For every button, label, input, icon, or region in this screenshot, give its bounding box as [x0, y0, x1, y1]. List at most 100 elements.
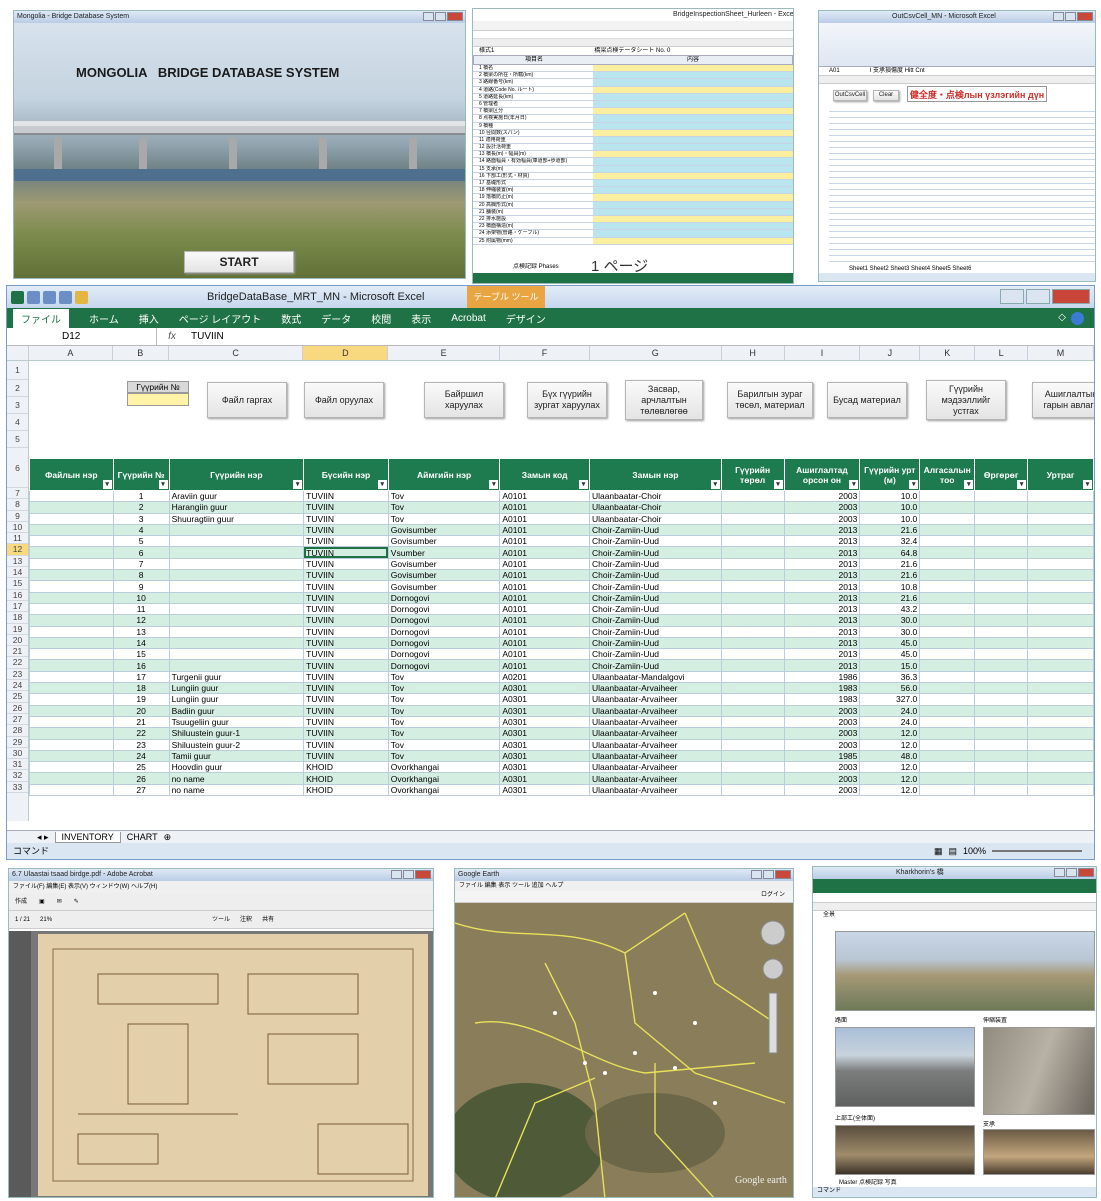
page-number[interactable]: 1 / 21 [15, 916, 30, 924]
table-cell[interactable]: TUVIIN [303, 727, 389, 740]
table-cell[interactable]: Dornogovi [387, 625, 501, 638]
acrobat-minimize-icon[interactable] [391, 870, 402, 879]
table-cell[interactable]: Choir-Zamiin-Uud [588, 636, 722, 650]
acrobat-comment-button[interactable]: 注釈 [240, 916, 252, 924]
table-cell[interactable] [919, 715, 976, 729]
maximize-icon[interactable] [435, 12, 446, 21]
table-cell[interactable]: TUVIIN [303, 614, 389, 627]
table-cell[interactable]: 1983 [783, 693, 861, 706]
table-cell[interactable] [29, 704, 114, 717]
earth-maximize-icon[interactable] [763, 870, 774, 879]
inspection-row-value[interactable] [593, 208, 793, 215]
row-number[interactable]: 29 [7, 737, 28, 748]
table-cell[interactable]: TUVIIN [303, 569, 389, 582]
table-cell[interactable]: 22 [112, 727, 170, 740]
column-header[interactable]: J [860, 346, 921, 360]
table-cell[interactable]: 3 [112, 512, 170, 525]
table-cell[interactable]: TUVIIN [303, 636, 389, 650]
table-cell[interactable] [974, 501, 1029, 514]
table-cell[interactable]: 21 [112, 715, 170, 729]
table-cell[interactable]: A0301 [499, 727, 590, 740]
table-cell[interactable] [1027, 569, 1094, 582]
table-cell[interactable] [720, 614, 785, 627]
table-cell[interactable] [720, 501, 785, 514]
table-cell[interactable]: Tov [387, 704, 501, 717]
tab-file[interactable]: ファイル [13, 308, 69, 328]
table-cell[interactable]: Tov [387, 512, 501, 525]
table-cell[interactable]: TUVIIN [303, 523, 389, 537]
table-cell[interactable]: A0201 [499, 670, 590, 684]
table-cell[interactable] [919, 772, 976, 785]
table-cell[interactable] [720, 738, 785, 751]
table-cell[interactable] [1027, 648, 1094, 661]
table-cell[interactable] [919, 569, 976, 582]
tab-home[interactable]: ホーム [89, 311, 119, 326]
table-cell[interactable]: 12.0 [859, 772, 921, 785]
tab-insert[interactable]: 挿入 [139, 311, 159, 326]
table-cell[interactable]: Tov [387, 489, 501, 503]
table-cell[interactable]: A0301 [499, 693, 590, 706]
table-cell[interactable] [974, 738, 1029, 751]
table-cell[interactable] [29, 512, 114, 525]
table-cell[interactable]: 7 [112, 557, 170, 571]
table-cell[interactable] [168, 659, 305, 672]
table-cell[interactable] [1027, 625, 1094, 638]
table-cell[interactable]: Shiluustein guur-1 [168, 727, 305, 740]
table-cell[interactable]: A0101 [499, 636, 590, 650]
table-cell[interactable]: Ulaanbaatar-Arvaiheer [588, 727, 722, 740]
table-cell[interactable]: Ovorkhangai [387, 783, 501, 797]
table-cell[interactable]: TUVIIN [303, 501, 389, 514]
table-cell[interactable] [1027, 580, 1094, 593]
table-cell[interactable]: Tov [387, 749, 501, 763]
table-cell[interactable]: 2003 [783, 715, 861, 729]
table-cell[interactable]: Ulaanbaatar-Arvaiheer [588, 783, 722, 797]
table-cell[interactable]: KHOID [303, 772, 389, 785]
photo-minimize-icon[interactable] [1054, 868, 1065, 877]
table-cell[interactable] [919, 783, 976, 797]
view-layout-icon[interactable]: ▤ [948, 843, 957, 859]
table-cell[interactable]: Ulaanbaatar-Arvaiheer [588, 704, 722, 717]
row-number[interactable]: 15 [7, 578, 28, 590]
table-cell[interactable]: Tsuugeliin guur [168, 715, 305, 729]
table-cell[interactable] [168, 625, 305, 638]
table-cell[interactable]: Ulaanbaatar-Mandalgovi [588, 670, 722, 684]
column-header[interactable]: D [303, 346, 389, 360]
inspection-row-value[interactable] [593, 237, 793, 244]
table-cell[interactable]: TUVIIN [303, 546, 389, 559]
table-cell[interactable]: Dornogovi [387, 636, 501, 650]
table-cell[interactable]: 2003 [783, 512, 861, 525]
table-cell[interactable] [1027, 546, 1094, 559]
row-number[interactable]: 1 [7, 361, 28, 380]
table-cell[interactable] [1027, 501, 1094, 514]
table-cell[interactable]: Dornogovi [387, 591, 501, 604]
tab-review[interactable]: 校閲 [371, 311, 391, 326]
row-number[interactable]: 3 [7, 397, 28, 414]
table-cell[interactable] [974, 715, 1029, 729]
table-cell[interactable]: Shiluustein guur-2 [168, 738, 305, 751]
table-cell[interactable] [29, 648, 114, 661]
table-cell[interactable] [168, 591, 305, 604]
table-cell[interactable]: A0301 [499, 783, 590, 797]
table-cell[interactable]: TUVIIN [303, 489, 389, 503]
table-cell[interactable] [720, 761, 785, 774]
table-cell[interactable] [29, 659, 114, 672]
table-cell[interactable] [919, 614, 976, 627]
earth-menu[interactable]: ファイル 編集 表示 ツール 追加 ヘルプ [455, 881, 793, 891]
table-cell[interactable]: 2003 [783, 727, 861, 740]
table-cell[interactable]: 14 [112, 636, 170, 650]
table-cell[interactable]: 1983 [783, 682, 861, 695]
sheet-nav-icon[interactable]: ◂ ▸ [37, 832, 49, 843]
table-cell[interactable] [974, 670, 1029, 684]
table-cell[interactable]: 36.3 [859, 670, 921, 684]
fx-icon[interactable]: fx [157, 331, 187, 342]
table-cell[interactable] [29, 557, 114, 571]
table-cell[interactable] [29, 602, 114, 616]
zoom-slider[interactable] [992, 850, 1082, 852]
row-number[interactable]: 28 [7, 725, 28, 737]
column-header[interactable]: L [975, 346, 1029, 360]
table-cell[interactable] [29, 761, 114, 774]
table-cell[interactable]: Choir-Zamiin-Uud [588, 614, 722, 627]
photo-close-icon[interactable] [1078, 868, 1094, 877]
table-cell[interactable]: A0301 [499, 715, 590, 729]
table-cell[interactable]: Govisumber [387, 580, 501, 593]
